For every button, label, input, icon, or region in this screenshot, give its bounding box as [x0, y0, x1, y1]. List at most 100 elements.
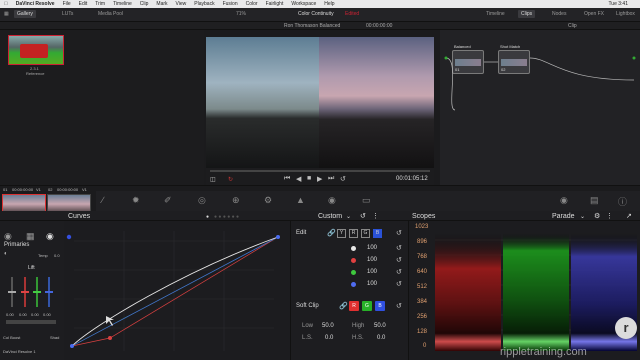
apple-icon[interactable]: : [4, 1, 8, 7]
scope-options-icon[interactable]: ⋮: [606, 212, 613, 220]
color-wheels-icon[interactable]: ◉: [4, 231, 12, 242]
gallery-button[interactable]: Gallery: [14, 10, 36, 18]
motion-effects-icon[interactable]: ◉: [560, 195, 568, 206]
parade-scope: [435, 233, 637, 351]
menu-edit[interactable]: Edit: [79, 1, 88, 7]
color-warper-icon[interactable]: ✹: [132, 195, 140, 206]
menu-workspace[interactable]: Workspace: [291, 1, 316, 7]
primaries-panel: ◉ ▦ ◉ Primaries ◐ Temp 0.0 Lift 0.00 0.0…: [0, 221, 64, 360]
reset-y-icon[interactable]: ↺: [396, 244, 402, 252]
softclip-g-button[interactable]: G: [362, 301, 372, 311]
timeline-button[interactable]: Timeline: [486, 11, 505, 17]
curves-palette-icon[interactable]: ∕: [102, 195, 104, 205]
scope-settings-icon[interactable]: ⚙: [594, 212, 600, 220]
reset-softclip-icon[interactable]: ↺: [396, 302, 402, 310]
r-channel-dot: [351, 258, 356, 263]
channel-r-button[interactable]: R: [349, 229, 358, 238]
zoom-level[interactable]: 71%: [236, 11, 246, 17]
info-icon[interactable]: ⓘ: [618, 195, 627, 208]
still-label: Reference: [26, 71, 45, 76]
openfx-button[interactable]: Open FX: [584, 11, 604, 17]
loop-icon[interactable]: ↻: [228, 176, 233, 183]
g-intensity-value[interactable]: 100: [367, 269, 377, 275]
reset-r-icon[interactable]: ↺: [396, 256, 402, 264]
skip-forward-icon[interactable]: ⏭: [328, 175, 334, 183]
scrubber[interactable]: [210, 170, 430, 172]
menu-mark[interactable]: Mark: [156, 1, 167, 7]
channel-b-button[interactable]: B: [373, 229, 382, 238]
lightbox-button[interactable]: Lightbox: [616, 11, 635, 17]
scope-mode-select[interactable]: Parade: [552, 213, 575, 220]
media-pool-button[interactable]: Media Pool: [98, 11, 123, 17]
menu-fusion[interactable]: Fusion: [223, 1, 238, 7]
menu-trim[interactable]: Trim: [95, 1, 105, 7]
curves-options-icon[interactable]: ⋮: [372, 212, 379, 220]
b-intensity-value[interactable]: 100: [367, 281, 377, 287]
curves-editor[interactable]: ● ● ● ● ● ● ●: [64, 214, 290, 360]
log-wheels-icon[interactable]: ◉: [46, 231, 54, 242]
lift-y-value[interactable]: 0.00: [6, 312, 14, 317]
lift-master-wheel[interactable]: [6, 320, 56, 324]
channel-g-button[interactable]: G: [361, 229, 370, 238]
qualifier-icon[interactable]: ✐: [164, 195, 172, 206]
page-dot[interactable]: ●: [206, 214, 209, 220]
viewer-mode-icon[interactable]: ◫: [210, 176, 216, 183]
skip-back-icon[interactable]: ⏮: [284, 175, 290, 183]
reset-b-icon[interactable]: ↺: [396, 280, 402, 288]
blur-icon[interactable]: ▲: [296, 195, 305, 205]
node-mode-select[interactable]: Clip: [568, 23, 577, 29]
lift-b-value[interactable]: 0.00: [43, 312, 51, 317]
lift-r-value[interactable]: 0.00: [19, 312, 27, 317]
softclip-b-button[interactable]: B: [375, 301, 385, 311]
nodes-button[interactable]: Nodes: [552, 11, 566, 17]
hs-value[interactable]: 0.0: [377, 335, 385, 341]
palette-iconbar: ∕ ✹ ✐ ◎ ⊕ ⚙ ▲ ◉ ▭ ◉ ▤ ⓘ: [96, 191, 640, 211]
menu-file[interactable]: File: [63, 1, 71, 7]
y-intensity-value[interactable]: 100: [367, 245, 377, 251]
chevron-down-icon[interactable]: ⌄: [580, 213, 585, 220]
sizing-icon[interactable]: ▭: [362, 195, 371, 206]
still-car-image: [20, 44, 48, 58]
menu-view[interactable]: View: [176, 1, 187, 7]
clips-button[interactable]: Clips: [518, 10, 536, 18]
primaries-bars-icon[interactable]: ▦: [26, 231, 35, 242]
reset-curves-icon[interactable]: ↺: [360, 212, 366, 220]
lift-bars[interactable]: [8, 277, 56, 309]
temp-value[interactable]: 0.0: [54, 253, 60, 258]
play-reverse-icon[interactable]: ◀: [296, 175, 301, 183]
softclip-r-button[interactable]: R: [349, 301, 359, 311]
menu-color[interactable]: Color: [246, 1, 258, 7]
magic-mask-icon[interactable]: ⚙: [264, 195, 272, 206]
high-value[interactable]: 50.0: [374, 323, 386, 329]
gallery-icon[interactable]: ▦: [4, 11, 9, 17]
r-intensity-value[interactable]: 100: [367, 257, 377, 263]
page-dots[interactable]: ● ● ● ● ● ●: [214, 214, 239, 220]
chevron-down-icon[interactable]: ⌄: [346, 213, 351, 220]
play-icon[interactable]: ▶: [317, 175, 322, 183]
tracker-icon[interactable]: ⊕: [232, 195, 240, 206]
window-icon[interactable]: ◎: [198, 195, 206, 206]
reset-edit-icon[interactable]: ↺: [396, 229, 402, 237]
menu-clip[interactable]: Clip: [140, 1, 149, 7]
stop-icon[interactable]: ■: [307, 175, 311, 182]
ls-value[interactable]: 0.0: [325, 335, 333, 341]
low-value[interactable]: 50.0: [322, 323, 334, 329]
softclip-link-icon[interactable]: 🔗: [339, 302, 348, 310]
lift-g-value[interactable]: 0.00: [31, 312, 39, 317]
luts-button[interactable]: LUTs: [62, 11, 73, 17]
auto-balance-icon[interactable]: ◐: [4, 251, 8, 257]
link-icon[interactable]: 🔗: [327, 229, 336, 237]
menu-timeline[interactable]: Timeline: [113, 1, 132, 7]
scope-expand-icon[interactable]: ↗: [626, 212, 632, 220]
scopes-palette-icon[interactable]: ▤: [590, 195, 599, 206]
curves-mode-select[interactable]: Custom: [318, 213, 342, 220]
curve-graph[interactable]: [64, 221, 290, 360]
reset-g-icon[interactable]: ↺: [396, 268, 402, 276]
menu-app-name[interactable]: DaVinci Resolve: [16, 1, 55, 7]
key-icon[interactable]: ◉: [328, 195, 336, 206]
menu-playback[interactable]: Playback: [194, 1, 214, 7]
loop-playback-icon[interactable]: ↺: [340, 175, 346, 183]
channel-y-button[interactable]: Y: [337, 229, 346, 238]
menu-fairlight[interactable]: Fairlight: [266, 1, 284, 7]
menu-help[interactable]: Help: [324, 1, 334, 7]
